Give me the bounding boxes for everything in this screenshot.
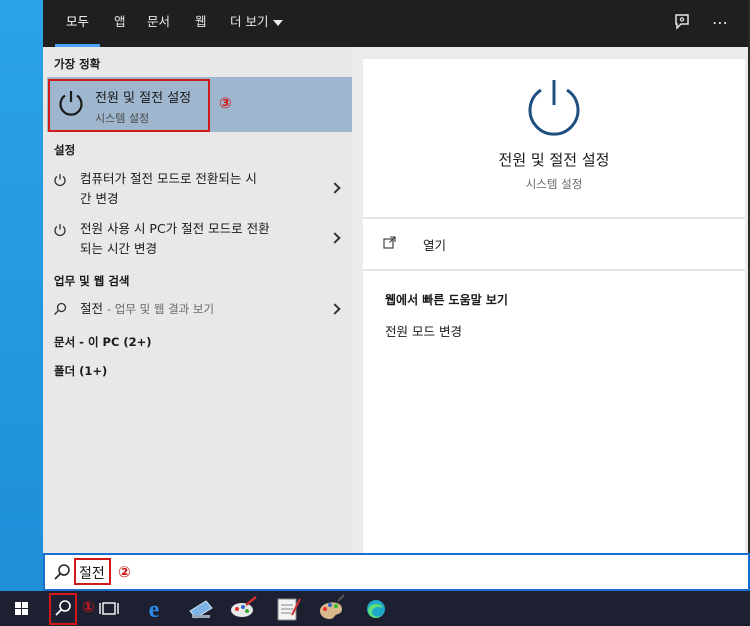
web-search-query: 절전	[80, 301, 104, 316]
power-icon	[54, 174, 66, 187]
preview-title: 전원 및 절전 설정	[498, 151, 610, 169]
open-label: 열기	[423, 238, 447, 253]
edge-legacy-taskbar-button[interactable]: e	[132, 591, 176, 626]
computer-icon	[189, 600, 213, 619]
search-filter-tabs: 모두 앱 문서 웹 더 보기 ⋯	[43, 0, 748, 47]
best-match-header: 가장 정확	[54, 57, 101, 71]
settings-result-2-line2: 되는 시간 변경	[80, 241, 157, 256]
computer-taskbar-button[interactable]	[178, 591, 222, 626]
tab-web[interactable]: 웹	[184, 0, 218, 47]
tab-all-label: 모두	[66, 14, 90, 29]
settings-result-1-text: 컴퓨터가 절전 모드로 전환되는 시 간 변경	[80, 169, 315, 209]
search-box[interactable]: 절전 ②	[43, 553, 750, 591]
task-view-icon	[99, 602, 119, 615]
edge-taskbar-button[interactable]	[354, 591, 398, 626]
chevron-right-icon	[329, 182, 341, 194]
tab-documents-label: 문서	[147, 14, 171, 29]
task-view-button[interactable]	[96, 591, 126, 626]
feedback-icon[interactable]	[671, 12, 693, 34]
web-search-result[interactable]: 절전 - 업무 및 웹 결과 보기	[43, 299, 353, 321]
settings-result-1[interactable]: 컴퓨터가 절전 모드로 전환되는 시 간 변경	[43, 169, 353, 213]
tab-apps-label: 앱	[114, 14, 126, 29]
chevron-down-icon	[273, 19, 284, 26]
taskbar: ① e	[0, 591, 750, 626]
settings-result-2[interactable]: 전원 사용 시 PC가 절전 모드로 전환 되는 시간 변경	[43, 219, 353, 263]
open-icon	[383, 236, 396, 249]
start-button[interactable]	[0, 591, 44, 626]
tab-all[interactable]: 모두	[55, 0, 101, 47]
annotation-box-2	[74, 558, 111, 585]
search-button[interactable]	[46, 591, 80, 626]
tab-more-label: 더 보기	[230, 14, 269, 29]
web-search-result-text: 절전 - 업무 및 웹 결과 보기	[80, 299, 315, 319]
web-search-header: 업무 및 웹 검색	[54, 274, 130, 288]
settings-header: 설정	[54, 143, 76, 157]
tab-apps[interactable]: 앱	[103, 0, 137, 47]
divider	[363, 269, 745, 271]
notepad-icon	[277, 598, 301, 621]
chevron-right-icon	[329, 232, 341, 244]
edge-icon	[367, 600, 385, 618]
internet-explorer-icon: e	[149, 597, 160, 623]
chevron-right-icon	[329, 303, 341, 315]
settings-result-2-text: 전원 사용 시 PC가 절전 모드로 전환 되는 시간 변경	[80, 219, 315, 259]
preview-subtitle: 시스템 설정	[525, 177, 583, 191]
desktop-background	[0, 0, 43, 591]
search-icon	[54, 302, 67, 315]
web-help-link[interactable]: 전원 모드 변경	[385, 321, 462, 340]
search-icon	[49, 593, 77, 625]
tab-more[interactable]: 더 보기	[219, 0, 294, 47]
power-icon	[54, 224, 66, 237]
search-icon	[54, 564, 70, 580]
annotation-marker-3: ③	[219, 94, 232, 112]
palette-icon	[320, 594, 345, 619]
more-options-icon[interactable]: ⋯	[709, 12, 731, 34]
power-icon	[528, 80, 580, 136]
notepad-taskbar-button[interactable]	[266, 591, 310, 626]
windows-logo-icon	[15, 602, 28, 615]
start-menu-search-results: 모두 앱 문서 웹 더 보기 ⋯ 가장 정확 전원 및 절전 설정 시스템 설정…	[43, 0, 750, 553]
folders-header[interactable]: 폴더 (1+)	[54, 363, 107, 379]
annotation-marker-1: ①	[82, 598, 95, 616]
annotation-marker-2: ②	[118, 563, 131, 581]
svg-text:e: e	[149, 597, 160, 623]
settings-result-2-line1: 전원 사용 시 PC가 절전 모드로 전환	[80, 221, 270, 236]
paint-icon	[231, 596, 257, 617]
paint-taskbar-button[interactable]	[222, 591, 266, 626]
results-list: 가장 정확 전원 및 절전 설정 시스템 설정 ③ 설정 컴퓨터가 절전 모드로…	[43, 47, 353, 553]
settings-result-1-line1: 컴퓨터가 절전 모드로 전환되는 시	[80, 171, 257, 186]
preview-pane: 전원 및 절전 설정 시스템 설정 열기 웹에서 빠른 도움말 보기 전원 모드…	[363, 59, 745, 553]
documents-header[interactable]: 문서 - 이 PC (2+)	[54, 334, 152, 350]
web-help-header: 웹에서 빠른 도움말 보기	[385, 293, 508, 307]
tab-web-label: 웹	[195, 14, 207, 29]
web-search-suffix: - 업무 및 웹 결과 보기	[107, 302, 215, 316]
divider	[363, 217, 745, 219]
paint-palette-taskbar-button[interactable]	[310, 591, 354, 626]
annotation-box-3	[48, 79, 210, 132]
settings-result-1-line2: 간 변경	[80, 191, 119, 206]
tab-documents[interactable]: 문서	[136, 0, 181, 47]
